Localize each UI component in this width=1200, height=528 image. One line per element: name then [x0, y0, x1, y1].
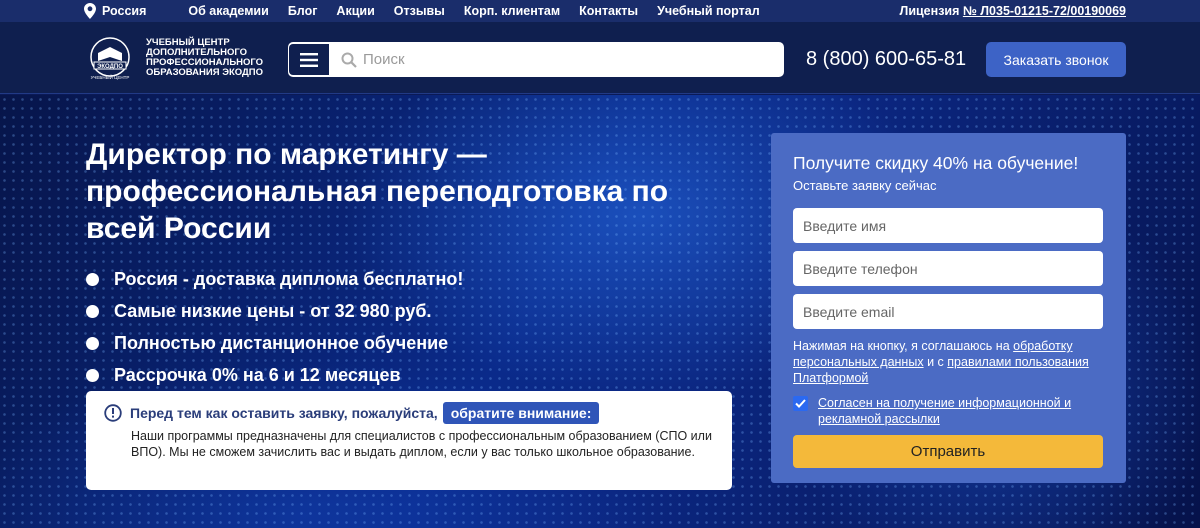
nav-link-about[interactable]: Об академии — [188, 4, 268, 18]
search-icon — [341, 52, 357, 68]
nav-link-portal[interactable]: Учебный портал — [657, 4, 760, 18]
consent-text: Нажимая на кнопку, я соглашаюсь на обраб… — [793, 338, 1103, 386]
benefit-item: Полностью дистанционное обучение — [86, 327, 463, 359]
nav-link-reviews[interactable]: Отзывы — [394, 4, 445, 18]
region-label: Россия — [102, 4, 147, 18]
menu-button[interactable] — [289, 44, 329, 75]
email-field[interactable] — [793, 294, 1103, 329]
logo-emblem-icon: ЭКОДПО УЧЕБНЫЙ ЦЕНТР — [90, 37, 130, 80]
nav-link-corporate[interactable]: Корп. клиентам — [464, 4, 560, 18]
logo-emblem-text-bottom: УЧЕБНЫЙ ЦЕНТР — [91, 73, 130, 80]
search-bar — [288, 42, 784, 77]
consent-middle: и с — [927, 355, 944, 369]
logo[interactable]: ЭКОДПО УЧЕБНЫЙ ЦЕНТР Учебный центр допол… — [84, 35, 286, 81]
newsletter-checkbox[interactable] — [793, 396, 808, 411]
nav-link-blog[interactable]: Блог — [288, 4, 318, 18]
search-input[interactable] — [363, 51, 763, 68]
notice-badge: обратите внимание: — [442, 402, 600, 424]
benefit-text: Россия - доставка диплома бесплатно! — [114, 268, 464, 289]
license-info: Лицензия № Л035-01215-72/00190069 — [900, 4, 1126, 18]
consent-prefix: Нажимая на кнопку, я соглашаюсь на — [793, 339, 1010, 353]
notice-heading-text: Перед тем как оставить заявку, пожалуйст… — [130, 405, 438, 421]
location-pin-icon — [84, 3, 96, 19]
attention-notice: Перед тем как оставить заявку, пожалуйст… — [86, 391, 732, 490]
info-icon — [104, 404, 122, 422]
benefit-item: Россия - доставка диплома бесплатно! — [86, 263, 463, 295]
benefits-list: Россия - доставка диплома бесплатно! Сам… — [86, 263, 463, 391]
checkmark-icon — [795, 399, 806, 408]
newsletter-agree[interactable]: Согласен на получение информационной и р… — [793, 395, 1103, 427]
logo-text: Учебный центр дополнительного профессион… — [146, 37, 264, 78]
notice-heading: Перед тем как оставить заявку, пожалуйст… — [104, 402, 600, 424]
bullet-icon — [86, 336, 99, 350]
name-field[interactable] — [793, 208, 1103, 243]
hamburger-icon — [300, 52, 318, 67]
form-title: Получите скидку 40% на обучение! — [793, 153, 1079, 173]
license-number-link[interactable]: № Л035-01215-72/00190069 — [963, 4, 1126, 18]
top-nav: Об академии Блог Акции Отзывы Корп. клие… — [188, 4, 778, 18]
license-label: Лицензия — [899, 4, 960, 18]
top-bar: Россия Об академии Блог Акции Отзывы Кор… — [0, 0, 1200, 22]
form-subtitle: Оставьте заявку сейчас — [793, 178, 937, 193]
phone-number[interactable]: 8 (800) 600-65-81 — [806, 48, 966, 71]
newsletter-agree-label: Согласен на получение информационной и р… — [818, 396, 1072, 426]
lead-form: Получите скидку 40% на обучение! Оставьт… — [771, 133, 1126, 483]
region-selector[interactable]: Россия — [84, 3, 146, 19]
nav-link-contacts[interactable]: Контакты — [579, 4, 638, 18]
benefit-text: Полностью дистанционное обучение — [114, 332, 449, 353]
hero-section: Директор по маркетингу — профессиональна… — [0, 95, 1200, 528]
order-call-button[interactable]: Заказать звонок — [986, 42, 1126, 77]
benefit-item: Самые низкие цены - от 32 980 руб. — [86, 295, 463, 327]
benefit-item: Рассрочка 0% на 6 и 12 месяцев — [86, 359, 463, 391]
benefit-text: Рассрочка 0% на 6 и 12 месяцев — [114, 364, 401, 385]
bullet-icon — [86, 272, 99, 286]
bullet-icon — [86, 304, 99, 318]
phone-field[interactable] — [793, 251, 1103, 286]
benefit-text: Самые низкие цены - от 32 980 руб. — [114, 300, 432, 321]
page-title: Директор по маркетингу — профессиональна… — [86, 138, 669, 245]
site-header: ЭКОДПО УЧЕБНЫЙ ЦЕНТР Учебный центр допол… — [0, 22, 1200, 94]
nav-link-promotions[interactable]: Акции — [336, 4, 374, 18]
notice-body: Наши программы предназначены для специал… — [131, 429, 712, 459]
submit-button[interactable]: Отправить — [793, 435, 1103, 468]
bullet-icon — [86, 368, 99, 382]
logo-emblem-text-top: ЭКОДПО — [97, 64, 123, 70]
